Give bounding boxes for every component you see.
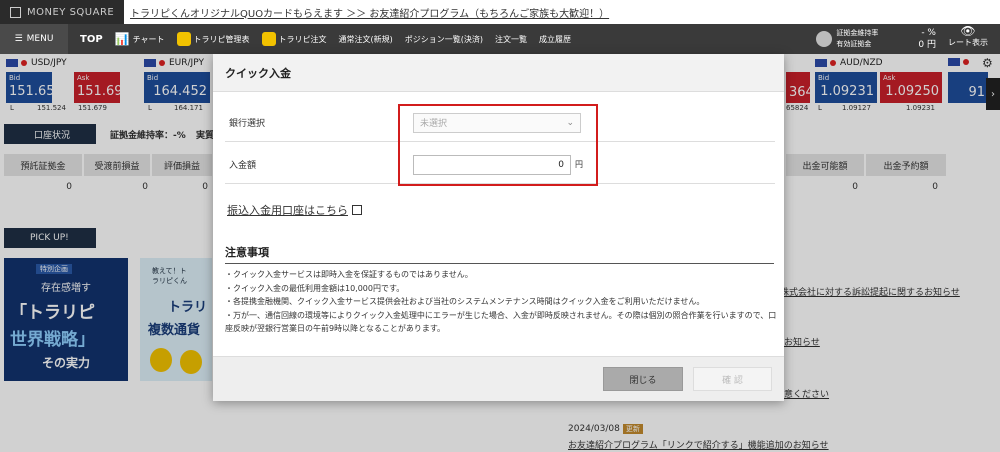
close-button[interactable]: 閉じる [603, 367, 683, 391]
nav-normal-order[interactable]: 通常注文(新規) [339, 34, 393, 45]
nav-chart[interactable]: 📊 チャート [115, 32, 165, 46]
notes-list: ・クイック入金サービスは即時入金を保証するものではありません。 ・クイック入金の… [225, 268, 777, 336]
user-icon [816, 31, 833, 47]
nav-history[interactable]: 成立履歴 [539, 34, 571, 45]
margin-rate-label: 証拠金維持率 [836, 29, 879, 37]
menu-label: MENU [26, 34, 54, 44]
external-link-icon [352, 205, 362, 215]
logo[interactable]: MONEY SQUARE [0, 0, 124, 24]
nav-manage-label: トラリピ管理表 [193, 34, 250, 44]
trarepi-order-icon [261, 32, 276, 46]
margin-label: 有効証拠金 [836, 40, 872, 48]
bank-select-label: 銀行選択 [229, 119, 266, 129]
margin-value: 0 円 [918, 40, 936, 50]
modal-footer: 閉じる 確 認 [213, 356, 784, 401]
nav-trarepi-order[interactable]: トラリピ注文 [261, 32, 327, 46]
confirm-button[interactable]: 確 認 [693, 367, 772, 391]
quick-deposit-modal: クイック入金 銀行選択 未選択 ⌄ 入金額 0 円 振込入金用口座はこちら 注意事… [213, 54, 784, 401]
nav-trarepi-order-label: トラリピ注文 [278, 34, 327, 44]
nav-positions[interactable]: ポジション一覧(決済) [405, 34, 483, 45]
menu-button[interactable]: ☰ MENU [0, 24, 68, 54]
note-item: ・各提携金融機関、クイック入金サービス提供会社および当社のシステムメンテナンス時… [225, 297, 705, 306]
margin-rate-value: - % [921, 28, 936, 38]
rate-display-button[interactable]: 👁 レート表示 [942, 24, 994, 48]
trarepi-kun-icon [176, 32, 191, 46]
rate-display-label: レート表示 [948, 38, 988, 47]
note-item: ・クイック入金の最低利用金額は10,000円です。 [225, 283, 405, 293]
hamburger-icon: ☰ [14, 34, 23, 44]
promo-banner[interactable]: トラリピくんオリジナルQUOカードもらえます ＞＞ お友達紹介プログラム（もちろ… [124, 0, 1000, 24]
eye-icon: 👁 [960, 24, 976, 38]
transfer-account-link-text: 振込入金用口座はこちら [227, 204, 348, 217]
logo-text: MONEY SQUARE [27, 6, 115, 18]
chart-icon: 📊 [114, 32, 130, 46]
main-nav: ☰ MENU TOP 📊 チャート トラリピ管理表 トラリピ注文 通常注文(新規) … [0, 24, 1000, 54]
note-item: ・万が一、通信回線の環境等によりクイック入金処理中にエラーが生じた場合、入金が即… [225, 310, 777, 334]
modal-title: クイック入金 [213, 54, 784, 92]
note-item: ・クイック入金サービスは即時入金を保証するものではありません。 [225, 270, 473, 279]
top-bar: MONEY SQUARE トラリピくんオリジナルQUOカードもらえます ＞＞ お… [0, 0, 1000, 24]
amount-label: 入金額 [229, 161, 257, 171]
highlight-frame [398, 104, 598, 186]
logo-icon [10, 6, 21, 18]
nav-top[interactable]: TOP [80, 34, 103, 45]
nav-orders[interactable]: 注文一覧 [495, 34, 527, 45]
nav-chart-label: チャート [132, 34, 165, 44]
account-summary: 証拠金維持率 有効証拠金 - % 0 円 [816, 24, 936, 54]
nav-manage[interactable]: トラリピ管理表 [176, 32, 250, 46]
transfer-account-link[interactable]: 振込入金用口座はこちら [227, 202, 362, 218]
notes-title: 注意事項 [225, 244, 774, 264]
